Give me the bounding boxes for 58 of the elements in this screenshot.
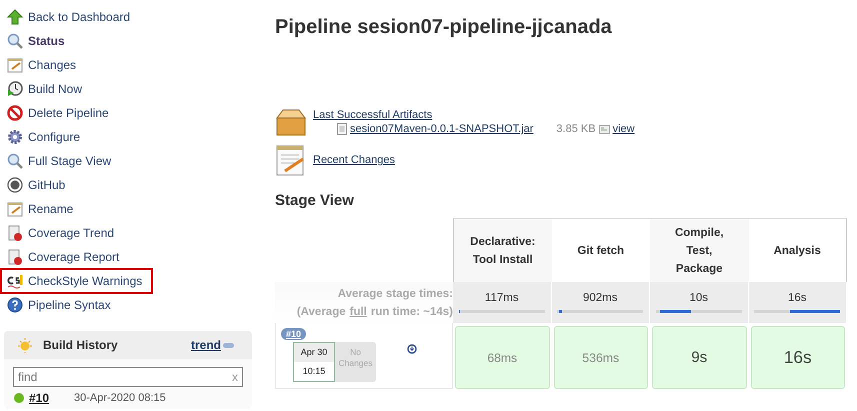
sidebar-link[interactable]: Configure — [28, 130, 80, 144]
sidebar-link[interactable]: Changes — [28, 58, 76, 72]
file-link[interactable]: sesion07Maven-0.0.1-SNAPSHOT.jar — [350, 123, 534, 135]
sidebar-link[interactable]: Rename — [28, 202, 74, 216]
download-icon — [407, 344, 417, 354]
no-entry-icon — [7, 105, 23, 121]
sidebar-link[interactable]: Delete Pipeline — [28, 106, 109, 120]
stage-name: Compile, Test, Package — [674, 226, 725, 276]
recent-changes-link[interactable]: Recent Changes — [313, 154, 395, 166]
box-icon — [275, 108, 307, 136]
stage-name: Declarative: Tool Install — [469, 234, 536, 268]
sidebar-link[interactable]: Back to Dashboard — [28, 10, 130, 24]
notepad-icon — [7, 201, 23, 217]
run-time-text: (Average — [296, 304, 346, 320]
help-icon — [7, 297, 23, 313]
magnifier-icon — [7, 153, 23, 169]
report-chart-icon — [7, 225, 23, 241]
build-time: 10:15 — [302, 364, 326, 378]
cs-icon — [7, 273, 23, 289]
page-title: Pipeline sesion07-pipeline-jjcanada — [275, 16, 613, 40]
stage-time: 117ms — [484, 292, 519, 304]
stage-time: 16s — [788, 292, 807, 304]
file-icon — [337, 123, 347, 135]
build-day: Apr 30 — [294, 342, 334, 362]
notepad-pencil-icon — [275, 143, 307, 177]
build-date: 30-Apr-2020 08:15 — [74, 392, 166, 404]
average-label: Average stage times: — [338, 286, 453, 302]
sidebar-link[interactable]: Full Stage View — [28, 154, 112, 168]
clock-play-icon — [7, 81, 23, 97]
sun-icon — [17, 337, 33, 353]
sidebar-link[interactable]: Coverage Report — [28, 250, 120, 264]
notepad-icon — [7, 57, 23, 73]
sidebar-link[interactable]: GitHub — [28, 178, 66, 192]
stage-result-cell[interactable]: 16s — [750, 326, 845, 389]
build-link[interactable]: #10 — [29, 391, 74, 405]
file-size: 3.85 KB — [556, 123, 596, 135]
sidebar-link[interactable]: Pipeline Syntax — [28, 298, 111, 312]
sidebar-link[interactable]: Coverage Trend — [28, 226, 114, 240]
run-time-text: run time: ~14s) — [370, 304, 453, 320]
stage-time: 902ms — [582, 292, 618, 304]
panel-title: Build History — [43, 338, 119, 352]
gear-icon — [7, 129, 23, 145]
artifacts-link[interactable]: Last Successful Artifacts — [313, 109, 635, 121]
sidebar-link[interactable]: CheckStyle Warnings — [28, 274, 142, 288]
report-chart-icon — [7, 249, 23, 265]
changes-label: No Changes — [335, 342, 376, 382]
stage-name: Analysis — [774, 244, 821, 258]
collapse-icon — [223, 342, 234, 348]
sidebar-link[interactable]: Status — [28, 34, 65, 48]
magnifier-icon — [7, 33, 23, 49]
sidebar-link[interactable]: Build Now — [28, 82, 82, 96]
arrow-up-icon — [7, 9, 23, 25]
stage-name: Git fetch — [577, 244, 624, 258]
section-heading: Stage View — [275, 192, 355, 211]
stage-result-cell[interactable]: 9s — [652, 326, 746, 389]
stage-time: 10s — [689, 292, 708, 304]
view-link[interactable]: view — [612, 123, 635, 135]
trend-link[interactable]: trend — [191, 338, 221, 352]
